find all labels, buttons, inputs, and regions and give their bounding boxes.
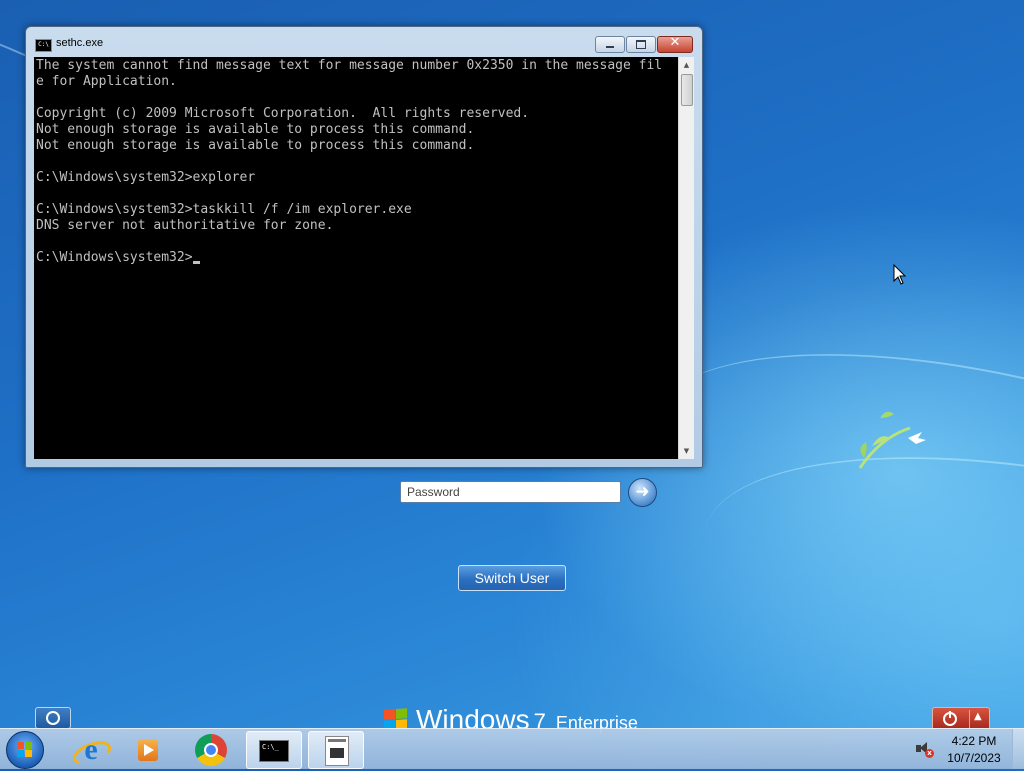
taskbar-item-chrome[interactable] [184, 731, 240, 769]
submit-arrow-button[interactable]: ➜ [628, 478, 657, 507]
ease-of-access-button[interactable] [35, 707, 71, 729]
chrome-icon [195, 734, 227, 766]
mouse-pointer-icon [893, 264, 907, 285]
console-line: C:\Windows\system32>taskkill /f /im expl… [36, 202, 412, 217]
sethc-icon [325, 736, 349, 766]
console-line: Copyright (c) 2009 Microsoft Corporation… [36, 106, 530, 121]
console-output: The system cannot find message text for … [34, 57, 678, 266]
close-icon: ✕ [669, 35, 681, 50]
text-cursor [192, 261, 200, 264]
vertical-scrollbar[interactable]: ▲ ▼ [678, 57, 694, 459]
scroll-thumb[interactable] [681, 74, 693, 106]
taskbar: e C:\_ x 4:22 PM 10/7/2023 [0, 728, 1024, 770]
console-line: Not enough storage is available to proce… [36, 122, 475, 137]
start-button[interactable] [6, 731, 44, 769]
console-output-area[interactable]: The system cannot find message text for … [34, 57, 678, 459]
taskbar-item-command-prompt[interactable]: C:\_ [246, 731, 302, 769]
windows-logo-icon [17, 742, 33, 758]
console-prompt: C:\Windows\system32> [36, 250, 193, 265]
console-line: Not enough storage is available to proce… [36, 138, 475, 153]
console-window[interactable]: C:\ sethc.exe ✕ The system cannot find m… [25, 26, 703, 468]
taskbar-item-sethc[interactable] [308, 731, 364, 769]
taskbar-item-media-player[interactable] [120, 731, 176, 769]
scroll-down-arrow-icon[interactable]: ▼ [679, 443, 694, 459]
console-line: C:\Windows\system32>explorer [36, 170, 256, 185]
ease-of-access-icon [46, 711, 60, 725]
clock-date: 10/7/2023 [947, 751, 1001, 765]
console-line: DNS server not authoritative for zone. [36, 218, 334, 233]
clock-time: 4:22 PM [951, 734, 997, 748]
scroll-up-arrow-icon[interactable]: ▲ [679, 57, 694, 73]
console-line: e for Application. [36, 74, 177, 89]
minimize-button[interactable] [595, 36, 625, 53]
shutdown-divider [969, 710, 970, 728]
cmd-icon: C:\_ [259, 740, 289, 762]
password-input[interactable] [400, 481, 621, 503]
console-line: The system cannot find message text for … [36, 58, 663, 73]
maximize-button[interactable] [626, 36, 656, 53]
window-title: sethc.exe [56, 37, 104, 49]
cmd-icon: C:\ [35, 39, 52, 52]
switch-user-button[interactable]: Switch User [458, 565, 566, 591]
power-icon [943, 711, 957, 726]
close-button[interactable]: ✕ [657, 35, 693, 53]
taskbar-clock[interactable]: 4:22 PM 10/7/2023 [942, 733, 1006, 767]
show-desktop-button[interactable] [1012, 729, 1024, 769]
wallpaper-bird-icon [858, 411, 926, 469]
console-prompt-line[interactable]: C:\Windows\system32> [36, 250, 678, 266]
taskbar-item-internet-explorer[interactable]: e [62, 731, 118, 770]
internet-explorer-icon: e [84, 733, 98, 766]
shutdown-options-arrow-icon[interactable]: ▲ [974, 711, 982, 722]
media-player-icon [138, 739, 158, 761]
window-titlebar[interactable]: C:\ sethc.exe ✕ [26, 27, 702, 57]
volume-muted-icon[interactable]: x [914, 741, 934, 758]
